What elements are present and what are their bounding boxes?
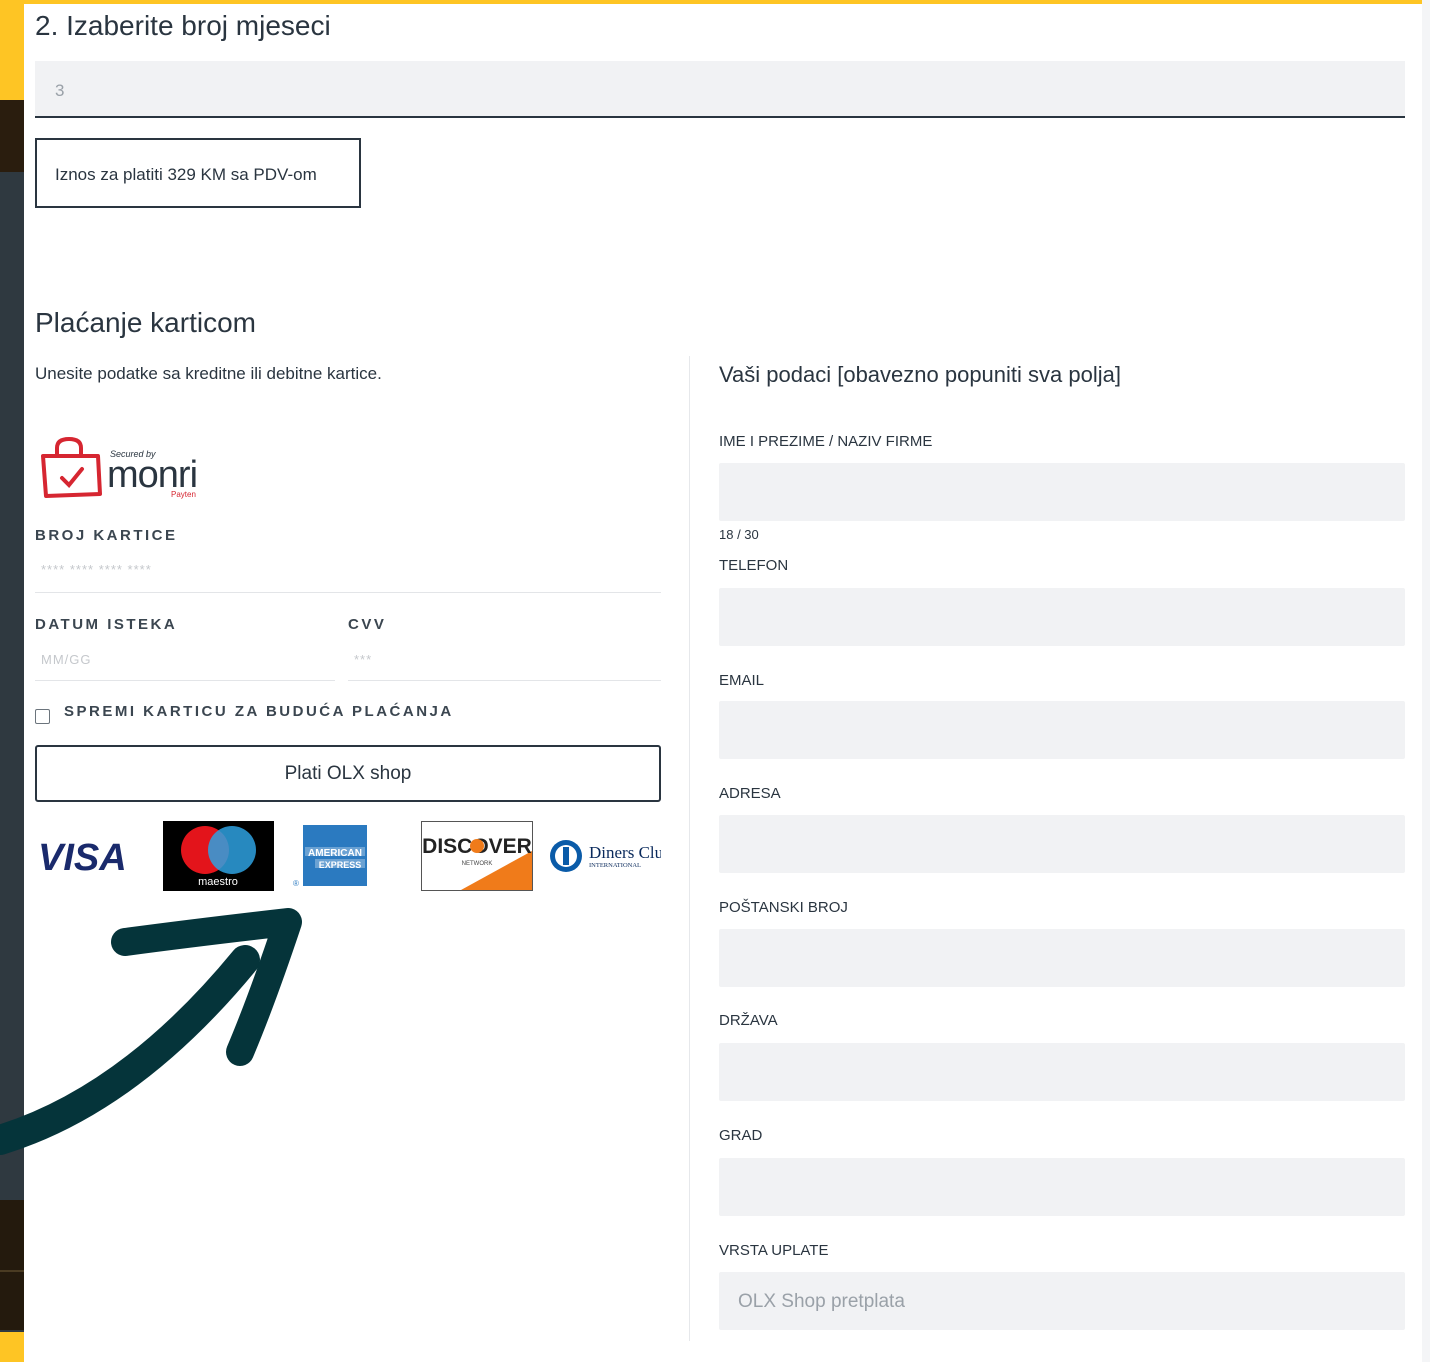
cvv-label: CVV	[348, 616, 387, 633]
expiry-placeholder: MM/GG	[41, 652, 92, 667]
svg-text:®: ®	[293, 879, 299, 888]
payment-type-input[interactable]: OLX Shop pretplata	[719, 1272, 1405, 1330]
name-input[interactable]	[719, 463, 1405, 521]
phone-input[interactable]	[719, 588, 1405, 646]
visa-logo: VISA	[38, 837, 127, 879]
svg-text:INTERNATIONAL: INTERNATIONAL	[589, 862, 641, 869]
left-strip-yellow-top	[0, 0, 24, 100]
svg-text:Diners Club: Diners Club	[589, 843, 661, 862]
top-accent-bar	[24, 0, 1430, 4]
expiry-label: DATUM ISTEKA	[35, 616, 178, 633]
payment-type-value: OLX Shop pretplata	[738, 1291, 905, 1312]
svg-text:Payten: Payten	[171, 490, 196, 499]
left-strip-dark-band-bottom	[0, 1200, 24, 1330]
diners-club-logo: Diners Club INTERNATIONAL	[550, 840, 661, 872]
name-char-counter: 18 / 30	[719, 527, 759, 542]
phone-label: TELEFON	[719, 557, 789, 574]
email-label: EMAIL	[719, 672, 765, 689]
pay-button[interactable]: Plati OLX shop	[35, 745, 661, 802]
city-input[interactable]	[719, 1158, 1405, 1216]
card-payment-heading: Plaćanje karticom	[35, 307, 256, 338]
card-number-placeholder: **** **** **** ****	[41, 562, 152, 577]
maestro-logo: maestro	[163, 821, 274, 891]
svg-text:maestro: maestro	[198, 876, 238, 888]
amount-to-pay-text: Iznos za platiti 329 KM sa PDV-om	[55, 165, 317, 184]
months-select-value: 3	[55, 81, 65, 100]
address-input[interactable]	[719, 815, 1405, 873]
card-number-label: BROJ KARTICE	[35, 527, 178, 544]
country-label: DRŽAVA	[719, 1012, 778, 1029]
cvv-placeholder: ***	[354, 652, 373, 667]
american-express-logo: AMERICAN EXPRESS ®	[293, 825, 367, 888]
address-label: ADRESA	[719, 785, 781, 802]
postal-code-input[interactable]	[719, 929, 1405, 987]
save-card-checkbox[interactable]	[35, 709, 50, 724]
months-select[interactable]: 3	[35, 61, 1405, 118]
svg-text:EXPRESS: EXPRESS	[319, 860, 362, 870]
postal-code-label: POŠTANSKI BROJ	[719, 899, 848, 916]
svg-text:NETWORK: NETWORK	[462, 861, 493, 867]
city-label: GRAD	[719, 1127, 763, 1144]
svg-text:VISA: VISA	[38, 837, 127, 879]
svg-text:AMERICAN: AMERICAN	[308, 848, 362, 859]
payment-type-label: VRSTA UPLATE	[719, 1242, 829, 1259]
your-details-heading: Vaši podaci [obavezno popuniti sva polja…	[719, 362, 1121, 387]
column-divider	[689, 356, 690, 1341]
annotation-arrow-icon	[0, 908, 302, 1155]
left-strip-divider	[0, 1270, 24, 1272]
email-input[interactable]	[719, 701, 1405, 759]
card-number-input[interactable]: **** **** **** ****	[35, 556, 661, 593]
discover-logo: DISCOVER NETWORK	[421, 821, 533, 891]
name-label: IME I PREZIME / NAZIV FIRME	[719, 433, 933, 450]
monri-secured-logo: Secured by monri Payten	[40, 436, 210, 500]
left-strip-yellow-bottom	[0, 1332, 24, 1362]
card-payment-subtitle: Unesite podatke sa kreditne ili debitne …	[35, 364, 382, 383]
cvv-input[interactable]: ***	[348, 646, 661, 681]
right-edge-strip	[1422, 0, 1430, 1362]
save-card-label[interactable]: SPREMI KARTICU ZA BUDUĆA PLAĆANJA	[64, 703, 454, 720]
monri-lock-icon: Secured by monri Payten	[41, 436, 198, 499]
expiry-input[interactable]: MM/GG	[35, 646, 335, 681]
country-input[interactable]	[719, 1043, 1405, 1101]
amount-to-pay-box: Iznos za platiti 329 KM sa PDV-om	[35, 138, 361, 208]
left-strip-dark-band	[0, 100, 24, 172]
months-heading: 2. Izaberite broj mjeseci	[35, 10, 331, 41]
